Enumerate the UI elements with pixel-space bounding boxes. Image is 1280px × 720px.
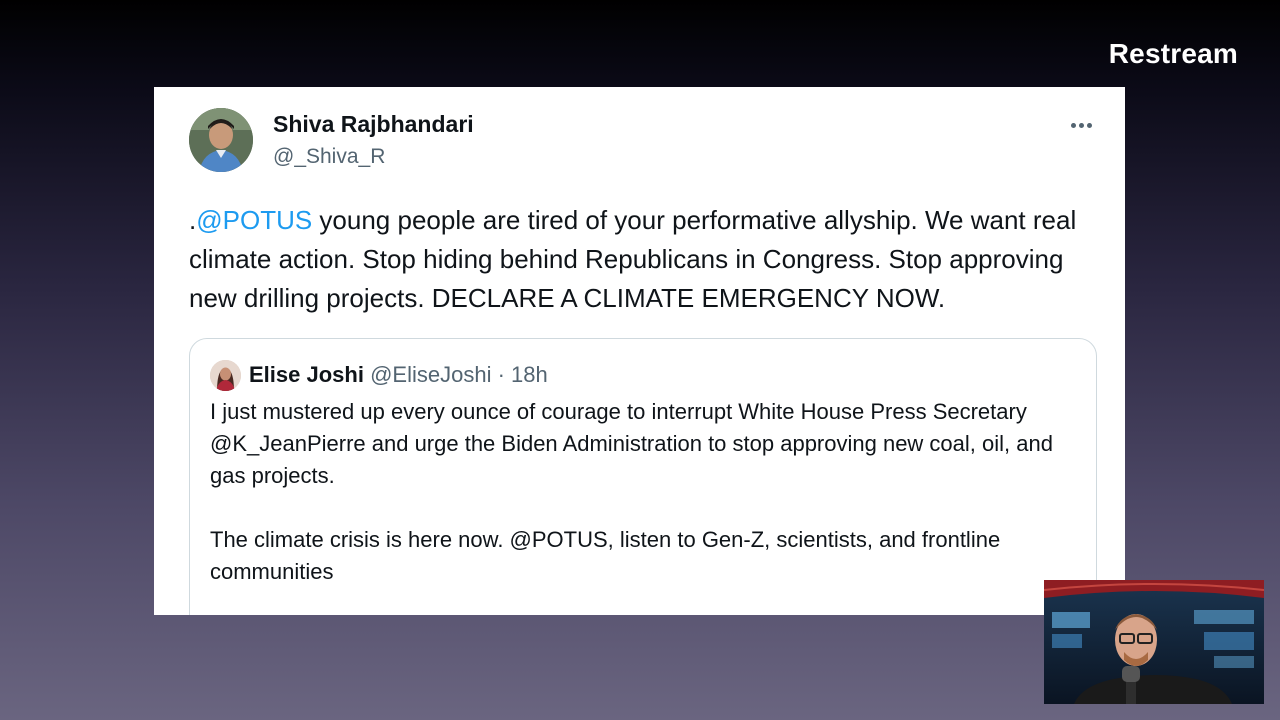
meta-separator: · bbox=[497, 362, 505, 387]
quoted-tweet-paragraph-1: I just mustered up every ounce of courag… bbox=[210, 399, 1053, 488]
quoted-author-name[interactable]: Elise Joshi bbox=[249, 362, 364, 387]
quoted-tweet[interactable]: Elise Joshi @EliseJoshi · 18h I just mus… bbox=[189, 338, 1097, 615]
author-handle[interactable]: @_Shiva_R bbox=[273, 145, 385, 169]
dot bbox=[1086, 122, 1092, 128]
dot bbox=[1078, 122, 1084, 128]
tweet-text-body: young people are tired of your performat… bbox=[189, 205, 1077, 313]
restream-watermark: Restream bbox=[1108, 38, 1238, 69]
more-options-icon[interactable] bbox=[1065, 109, 1097, 141]
streamer-webcam-overlay bbox=[1044, 580, 1264, 704]
quoted-author-handle[interactable]: @EliseJoshi bbox=[370, 362, 491, 387]
quoted-tweet-header: Elise Joshi @EliseJoshi · 18h bbox=[249, 360, 548, 390]
quoted-tweet-time[interactable]: 18h bbox=[511, 362, 548, 387]
author-avatar[interactable] bbox=[189, 108, 253, 172]
quoted-tweet-paragraph-2: The climate crisis is here now. @POTUS, … bbox=[210, 527, 1001, 584]
quoted-author-avatar[interactable] bbox=[210, 360, 241, 391]
author-name[interactable]: Shiva Rajbhandari bbox=[273, 111, 474, 138]
tweet-card: Shiva Rajbhandari @_Shiva_R .@POTUS youn… bbox=[154, 87, 1125, 615]
potus-mention-link[interactable]: @POTUS bbox=[196, 205, 312, 235]
dot bbox=[1070, 122, 1076, 128]
quoted-tweet-text: I just mustered up every ounce of courag… bbox=[210, 396, 1080, 588]
tweet-text: .@POTUS young people are tired of your p… bbox=[189, 201, 1109, 318]
